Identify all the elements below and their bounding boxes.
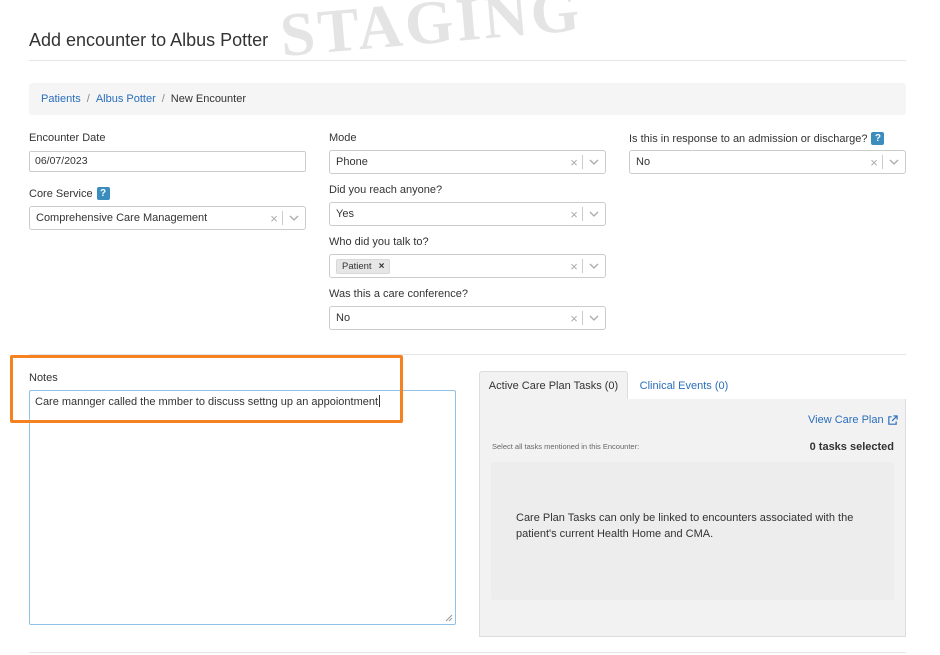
breadcrumb-patients-link[interactable]: Patients — [41, 93, 81, 105]
help-icon[interactable]: ? — [96, 187, 110, 200]
tab-clinical-events[interactable]: Clinical Events (0) — [632, 371, 736, 400]
chevron-down-icon[interactable] — [583, 315, 605, 321]
talked-to-values: Patient × — [330, 258, 566, 274]
title-divider — [29, 60, 906, 61]
mode-select[interactable]: Phone × — [329, 150, 606, 174]
staging-watermark: STAGING — [277, 0, 585, 71]
bottom-divider — [29, 652, 906, 653]
breadcrumb-separator: / — [161, 93, 165, 105]
view-care-plan-label: View Care Plan — [808, 414, 884, 426]
clear-icon[interactable]: × — [866, 155, 882, 170]
admission-discharge-select[interactable]: No × — [629, 150, 906, 174]
clear-icon[interactable]: × — [566, 311, 582, 326]
text-cursor — [379, 395, 381, 407]
notes-label: Notes — [29, 372, 58, 384]
clear-icon[interactable]: × — [266, 211, 282, 226]
chevron-down-icon[interactable] — [583, 263, 605, 269]
talked-to-label: Who did you talk to? — [329, 236, 429, 248]
breadcrumb: Patients / Albus Potter / New Encounter — [29, 83, 906, 115]
resize-handle-icon[interactable] — [445, 614, 453, 622]
tag-label: Patient — [342, 260, 372, 272]
admission-discharge-value: No — [636, 156, 651, 168]
encounter-date-input[interactable]: 06/07/2023 — [29, 151, 306, 172]
care-conference-select[interactable]: No × — [329, 306, 606, 330]
reached-anyone-label: Did you reach anyone? — [329, 184, 443, 196]
chevron-down-icon[interactable] — [583, 159, 605, 165]
talked-to-tag: Patient × — [336, 258, 391, 274]
care-conference-value: No — [336, 312, 351, 324]
mode-label: Mode — [329, 132, 357, 144]
tab-active-care-plan-tasks[interactable]: Active Care Plan Tasks (0) — [479, 371, 628, 400]
clear-icon[interactable]: × — [566, 207, 582, 222]
encounter-date-label: Encounter Date — [29, 132, 106, 144]
core-service-value: Comprehensive Care Management — [36, 212, 208, 224]
tag-remove-icon[interactable]: × — [379, 261, 385, 272]
reached-anyone-value: Yes — [336, 208, 354, 220]
select-all-tasks-text: Select all tasks mentioned in this Encou… — [492, 442, 640, 451]
chevron-down-icon[interactable] — [583, 211, 605, 217]
care-conference-label: Was this a care conference? — [329, 288, 468, 300]
core-service-label-row: Core Service ? — [29, 187, 110, 200]
talked-to-multiselect[interactable]: Patient × × — [329, 254, 606, 278]
tasks-selected-count: 0 tasks selected — [809, 441, 894, 453]
clear-icon[interactable]: × — [566, 155, 582, 170]
mode-value: Phone — [336, 156, 368, 168]
clear-icon[interactable]: × — [566, 259, 582, 274]
core-service-select[interactable]: Comprehensive Care Management × — [29, 206, 306, 230]
chevron-down-icon[interactable] — [883, 159, 905, 165]
notes-textarea[interactable]: Care mannger called the mmber to discuss… — [29, 390, 456, 625]
breadcrumb-separator: / — [86, 93, 90, 105]
notes-text: Care mannger called the mmber to discuss… — [35, 396, 379, 408]
breadcrumb-patient-link[interactable]: Albus Potter — [96, 93, 156, 105]
help-icon[interactable]: ? — [871, 132, 885, 145]
external-link-icon — [887, 414, 898, 425]
admission-discharge-label: Is this in response to an admission or d… — [629, 132, 868, 145]
care-plan-info-message: Care Plan Tasks can only be linked to en… — [516, 512, 854, 540]
section-divider — [29, 354, 906, 355]
view-care-plan-link[interactable]: View Care Plan — [808, 414, 898, 426]
admission-discharge-label-row: Is this in response to an admission or d… — [629, 132, 885, 145]
page-title: Add encounter to Albus Potter — [29, 30, 269, 50]
chevron-down-icon[interactable] — [283, 215, 305, 221]
reached-anyone-select[interactable]: Yes × — [329, 202, 606, 226]
breadcrumb-current: New Encounter — [170, 93, 247, 105]
core-service-label: Core Service — [29, 187, 93, 200]
